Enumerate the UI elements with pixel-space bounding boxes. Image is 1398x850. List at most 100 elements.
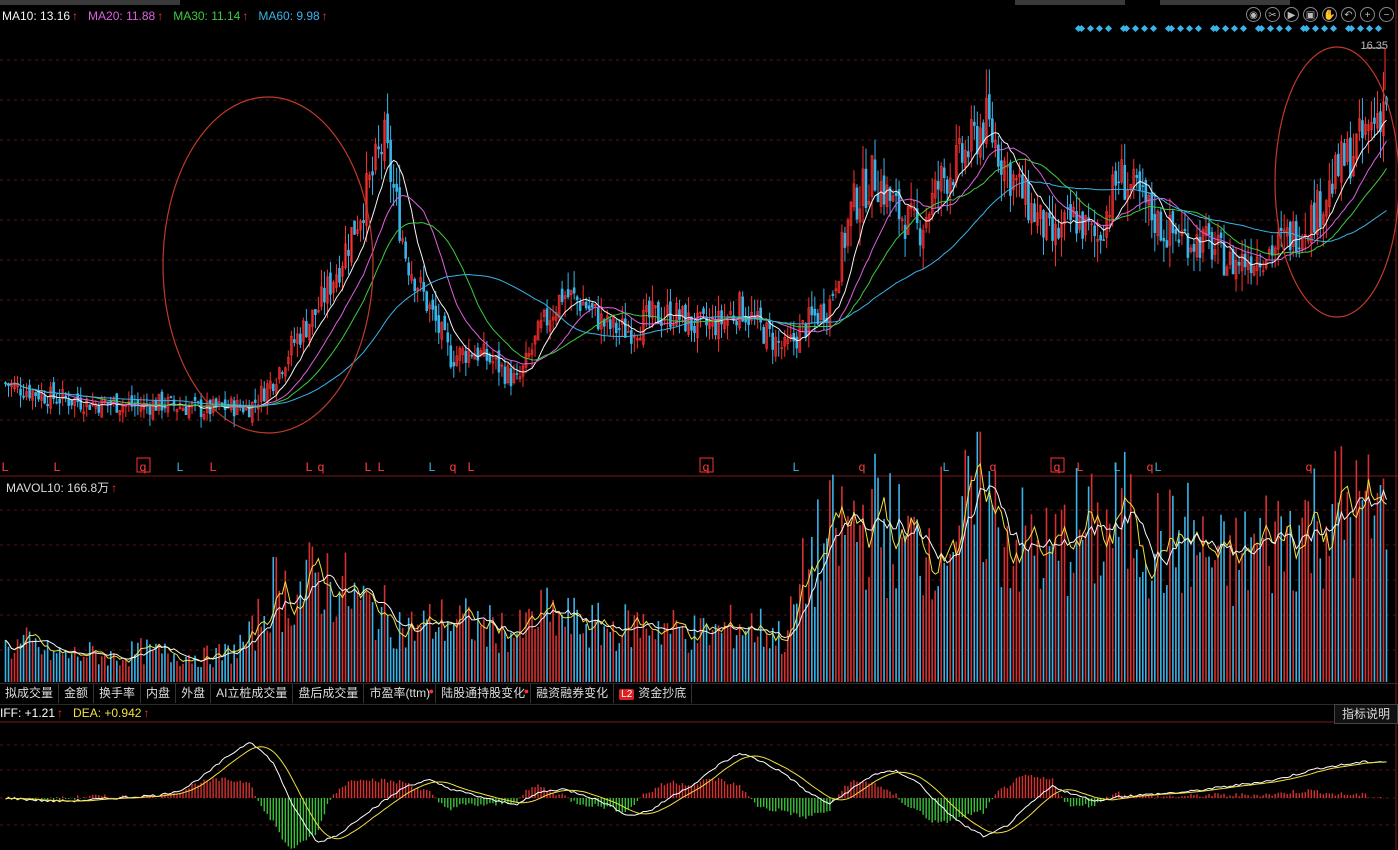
chart-canvas[interactable]: LLqLLLqLLLqLqLqLqqLLqLq xyxy=(0,0,1398,850)
candle-body xyxy=(855,187,859,220)
ma-line-ma20 xyxy=(5,140,1387,408)
tab-indicator[interactable]: 外盘 xyxy=(176,684,212,703)
candle-body xyxy=(329,272,332,295)
signal-diamond-icon xyxy=(1140,24,1149,33)
candle-body xyxy=(1093,225,1096,237)
candle-body xyxy=(503,366,507,384)
ma-line-ma30 xyxy=(5,158,1387,408)
tab-indicator[interactable]: 陆股通持股变化 ● xyxy=(436,684,532,703)
macd-label: IFF: +1.21 xyxy=(0,706,56,720)
candle-body xyxy=(560,288,564,302)
tab-indicator[interactable]: 融资融券变化 xyxy=(531,684,615,703)
candle-body xyxy=(1165,240,1169,248)
tab-indicator[interactable]: 换手率 xyxy=(94,684,142,703)
candle-body xyxy=(795,336,799,349)
candle-body xyxy=(1210,232,1214,260)
signal-mark: L xyxy=(306,460,313,474)
candle-body xyxy=(34,392,37,397)
candle-body xyxy=(476,347,480,361)
candle-body xyxy=(903,224,907,239)
candle-body xyxy=(353,220,356,235)
candle-body xyxy=(28,384,31,399)
signal-mark: L xyxy=(1114,460,1121,474)
candle-body xyxy=(1192,243,1196,252)
candle-body xyxy=(982,122,985,144)
candle-body xyxy=(1319,191,1322,228)
candle-body xyxy=(997,144,1000,167)
signal-diamond-icon xyxy=(1311,24,1320,33)
candle-body xyxy=(1177,239,1181,243)
candle-body xyxy=(79,397,83,410)
signal-mark: L xyxy=(1155,460,1162,474)
signal-mark: L xyxy=(54,460,61,474)
tab-indicator[interactable]: AI立桩成交量 xyxy=(211,684,294,703)
signal-mark: q xyxy=(450,460,457,474)
candle-body xyxy=(873,159,877,191)
tab-label: 盘后成交量 xyxy=(298,686,359,700)
candle-body xyxy=(614,322,618,334)
candle-body xyxy=(942,167,946,179)
tab-label: 市盈率(ttm) xyxy=(369,686,431,700)
signal-diamond-icon xyxy=(1086,24,1095,33)
candle-body xyxy=(804,323,808,338)
candle-body xyxy=(566,289,570,298)
candle-body xyxy=(67,399,70,406)
signal-diamond-icon xyxy=(1320,24,1329,33)
candle-body xyxy=(1243,253,1247,268)
candle-body xyxy=(470,354,474,357)
candle-body xyxy=(822,303,826,323)
l2-badge: L2 xyxy=(619,689,635,700)
signal-mark: q xyxy=(859,460,866,474)
tab-dot-icon: ● xyxy=(428,686,435,696)
candle-body xyxy=(347,249,350,256)
tab-label: 资金抄底 xyxy=(638,686,687,700)
signal-mark: q xyxy=(1306,460,1313,474)
indicator-explain-button[interactable]: 指标说明 xyxy=(1334,704,1398,724)
arrow-up-icon: ↑ xyxy=(143,706,150,720)
signal-diamond-icon xyxy=(1275,24,1284,33)
candle-body xyxy=(1033,203,1036,223)
candle-body xyxy=(389,139,392,182)
tab-indicator[interactable]: L2 资金抄底 xyxy=(614,684,693,703)
signal-diamond-icon xyxy=(1095,24,1104,33)
signal-mark: q xyxy=(318,460,325,474)
candle-body xyxy=(1331,183,1334,194)
candle-body xyxy=(1042,210,1045,238)
candle-body xyxy=(1337,153,1340,176)
mavol-legend: MAVOL10: 166.8万 ↑ xyxy=(6,479,117,496)
candle-body xyxy=(1141,185,1145,187)
candle-body xyxy=(43,395,46,404)
candle-body xyxy=(759,307,762,323)
candle-body xyxy=(1102,239,1105,241)
candle-body xyxy=(578,301,582,311)
candle-body xyxy=(1027,181,1030,221)
candle-body xyxy=(1021,174,1024,199)
tab-indicator[interactable]: 内盘 xyxy=(141,684,177,703)
candle-body xyxy=(262,388,266,402)
tab-indicator[interactable]: 拟成交量 xyxy=(0,684,60,703)
candle-body xyxy=(386,113,389,144)
tab-indicator[interactable]: 金额 xyxy=(59,684,95,703)
candle-body xyxy=(991,118,994,143)
candle-body xyxy=(1162,237,1166,242)
tab-indicator[interactable]: 盘后成交量 xyxy=(293,684,365,703)
highlight-ellipse xyxy=(162,96,374,434)
candle-body xyxy=(509,368,513,387)
candle-body xyxy=(590,303,594,308)
macd-legend-item: DEA: +0.942 ↑ xyxy=(73,706,149,720)
candle-body xyxy=(678,309,681,320)
candle-body xyxy=(184,405,188,416)
candle-body xyxy=(136,399,140,406)
candle-body xyxy=(404,241,407,259)
tab-label: 融资融券变化 xyxy=(536,686,609,700)
tab-indicator[interactable]: 市盈率(ttm) ● xyxy=(364,684,437,703)
candle-body xyxy=(413,278,416,292)
candle-body xyxy=(1349,137,1352,179)
candle-body xyxy=(395,183,398,192)
candle-body xyxy=(1081,211,1084,239)
signal-mark: L xyxy=(378,460,385,474)
candle-body xyxy=(792,332,796,342)
candle-body xyxy=(810,306,814,316)
candle-body xyxy=(762,327,765,344)
candle-body xyxy=(843,232,847,248)
